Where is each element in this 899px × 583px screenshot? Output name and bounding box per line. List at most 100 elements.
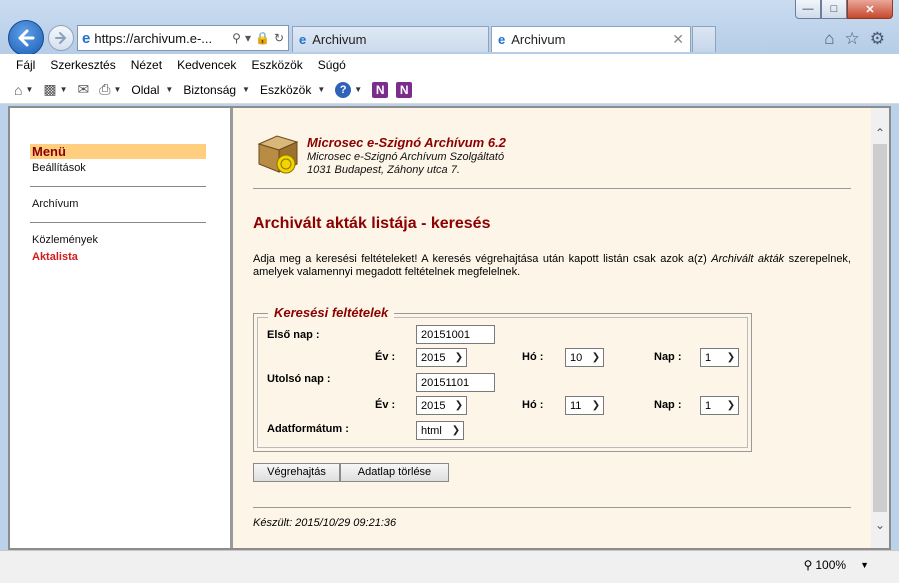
execute-button[interactable]: Végrehajtás: [253, 463, 340, 482]
first-year-select[interactable]: 2015 ❯: [416, 348, 467, 367]
first-month-label: Hó :: [522, 351, 544, 363]
first-year-label: Év :: [375, 351, 396, 363]
first-month-value: 10: [570, 351, 583, 364]
settings-gear-icon[interactable]: ⚙: [870, 29, 885, 49]
tools-menu[interactable]: Eszközök ▼: [260, 83, 325, 97]
search-icon[interactable]: ⚲: [232, 31, 241, 45]
zoom-control[interactable]: ⚲ 100% ▼: [804, 558, 869, 572]
chevron-down-icon: ❯: [451, 425, 461, 436]
vertical-scrollbar[interactable]: ⌃ ⌄: [871, 108, 889, 548]
page-menu-label: Oldal: [131, 82, 160, 97]
minimize-button[interactable]: —: [795, 0, 821, 19]
menu-tools[interactable]: Eszközök: [251, 58, 302, 72]
zoom-icon: ⚲: [803, 558, 813, 572]
arrow-right-icon: [55, 32, 67, 44]
status-bar: ⚲ 100% ▼: [0, 550, 899, 583]
page-menu[interactable]: Oldal ▼: [131, 83, 173, 97]
tools-menu-label: Eszközök: [259, 82, 312, 97]
chevron-down-icon: ❯: [591, 400, 601, 411]
tab-archivum-1[interactable]: e Archivum: [292, 26, 489, 52]
favorites-star-icon[interactable]: ☆: [845, 29, 860, 49]
created-timestamp: Készült: 2015/10/29 09:21:36: [253, 517, 397, 529]
sidebar-item-document-list[interactable]: Aktalista: [32, 251, 78, 263]
last-month-select[interactable]: 11 ❯: [565, 396, 604, 415]
menu-view[interactable]: Nézet: [131, 58, 162, 72]
onenote-icon[interactable]: N: [372, 81, 389, 98]
help-command[interactable]: ? ▼: [335, 81, 362, 98]
scrollbar-thumb[interactable]: [873, 144, 887, 512]
close-window-button[interactable]: ✕: [847, 0, 893, 19]
onenote-linked-icon[interactable]: N: [396, 81, 413, 98]
page-title: Archivált akták listája - keresés: [253, 215, 491, 232]
lock-icon[interactable]: 🔒: [255, 31, 270, 45]
dropdown-icon: ▼: [113, 85, 122, 94]
address-bar[interactable]: e https://archivum.e-... ⚲ ▾ 🔒 ↻: [77, 25, 289, 51]
scroll-down-icon[interactable]: ⌄: [871, 516, 889, 534]
sidebar-menu-title: Menü: [30, 144, 206, 159]
menu-bar: Fájl Szerkesztés Nézet Kedvencek Eszközö…: [0, 54, 899, 76]
chevron-down-icon: ❯: [454, 400, 464, 411]
ie-tab-icon: e: [498, 32, 506, 47]
mail-command[interactable]: ✉: [78, 81, 90, 98]
menu-file[interactable]: Fájl: [16, 58, 35, 72]
sidebar-item-announcements[interactable]: Közlemények: [32, 234, 98, 246]
intro-text-emphasis: Archivált akták: [711, 253, 785, 265]
menu-favorites[interactable]: Kedvencek: [177, 58, 236, 72]
sidebar-item-archive[interactable]: Archívum: [32, 198, 78, 210]
main-content: Microsec e-Szignó Archívum 6.2 Microsec …: [233, 108, 871, 548]
ie-page-icon: e: [82, 29, 91, 47]
last-daynum-select[interactable]: 1 ❯: [700, 396, 739, 415]
home-icon: ⌂: [14, 81, 23, 98]
first-month-select[interactable]: 10 ❯: [565, 348, 604, 367]
home-icon[interactable]: ⌂: [824, 29, 834, 49]
dropdown-icon: ▼: [317, 85, 326, 94]
dropdown-icon: ▼: [860, 560, 869, 570]
help-icon: ?: [335, 81, 352, 98]
scroll-up-icon[interactable]: ⌃: [871, 124, 889, 142]
chevron-down-icon: ❯: [726, 400, 736, 411]
printer-icon: ⎙: [99, 81, 111, 97]
last-day-label: Utolsó nap :: [267, 373, 331, 385]
new-tab-button[interactable]: [692, 26, 716, 52]
security-menu[interactable]: Biztonság ▼: [183, 83, 250, 97]
window-controls: — □ ✕: [795, 0, 893, 20]
home-command[interactable]: ⌂ ▼: [14, 82, 33, 98]
last-year-select[interactable]: 2015 ❯: [416, 396, 467, 415]
dropdown-icon[interactable]: ▾: [245, 31, 251, 45]
refresh-icon[interactable]: ↻: [274, 31, 284, 45]
print-command[interactable]: ⎙ ▼: [99, 81, 121, 98]
search-criteria-fieldset: Keresési feltételek Első nap : Év : 2015…: [253, 305, 752, 452]
first-daynum-select[interactable]: 1 ❯: [700, 348, 739, 367]
last-day-input[interactable]: [416, 373, 495, 392]
clear-form-button[interactable]: Adatlap törlése: [340, 463, 449, 482]
dropdown-icon: ▼: [25, 85, 34, 94]
menu-help[interactable]: Súgó: [318, 58, 346, 72]
data-format-select[interactable]: html ❯: [416, 421, 464, 440]
tab-archivum-2[interactable]: e Archivum ✕: [491, 26, 691, 52]
archive-box-logo-icon: [257, 135, 299, 174]
sidebar-divider: [30, 222, 206, 223]
back-button[interactable]: [8, 20, 44, 56]
chevron-down-icon: ❯: [454, 352, 464, 363]
feeds-command[interactable]: ▩ ▼: [43, 81, 67, 98]
intro-text-start: Adja meg a keresési feltételeket! A kere…: [253, 253, 712, 265]
tab-label: Archivum: [312, 32, 367, 47]
address-url[interactable]: https://archivum.e-...: [94, 31, 228, 46]
forward-button[interactable]: [48, 25, 74, 51]
maximize-button[interactable]: □: [821, 0, 847, 19]
content-frame: Menü Beállítások Archívum Közlemények Ak…: [8, 106, 891, 550]
close-tab-icon[interactable]: ✕: [672, 31, 684, 48]
command-bar: ⌂ ▼ ▩ ▼ ✉ ⎙ ▼ Oldal ▼ Biztonság ▼ Eszközök ▼ ?…: [0, 76, 899, 104]
data-format-label: Adatformátum :: [267, 423, 349, 435]
sidebar-item-settings[interactable]: Beállítások: [32, 162, 86, 174]
tab-label: Archivum: [511, 32, 566, 47]
last-year-value: 2015: [421, 399, 446, 412]
dropdown-icon: ▼: [165, 85, 174, 94]
chevron-down-icon: ❯: [726, 352, 736, 363]
last-daynum-label: Nap :: [654, 399, 682, 411]
menu-edit[interactable]: Szerkesztés: [50, 58, 115, 72]
app-title: Microsec e-Szignó Archívum 6.2: [307, 135, 506, 150]
first-day-input[interactable]: [416, 325, 495, 344]
mail-icon: ✉: [77, 81, 90, 97]
browser-title-bar: — □ ✕ e https://archivum.e-... ⚲ ▾ 🔒 ↻ e…: [0, 0, 899, 56]
